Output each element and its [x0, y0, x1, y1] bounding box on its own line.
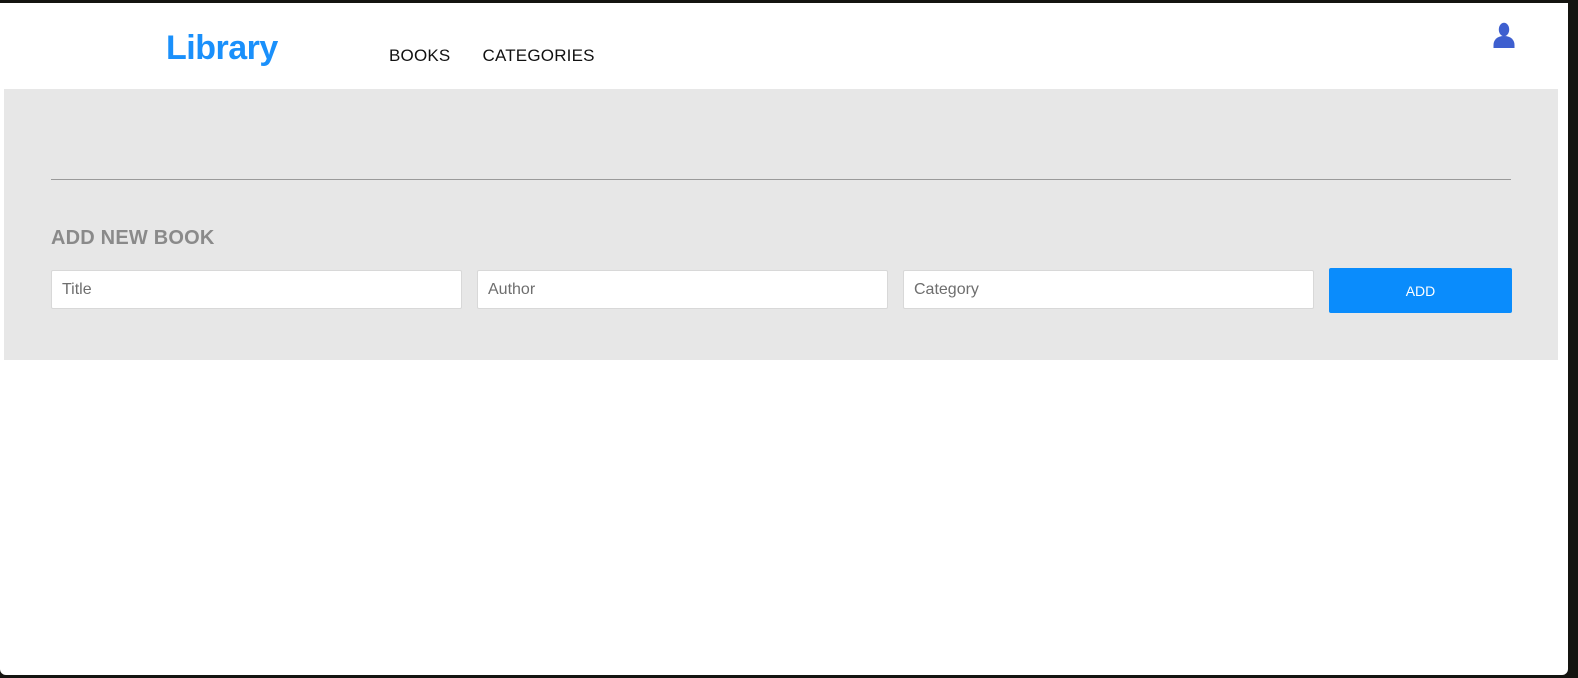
section-title: ADD NEW BOOK — [51, 227, 215, 249]
title-input[interactable] — [51, 270, 462, 309]
nav-item-books[interactable]: BOOKS — [389, 46, 450, 66]
add-book-panel: ADD NEW BOOK ADD — [4, 89, 1558, 360]
category-input[interactable] — [903, 270, 1314, 309]
user-icon[interactable] — [1492, 22, 1516, 50]
top-navbar: Library BOOKS CATEGORIES — [0, 3, 1568, 89]
nav-item-categories[interactable]: CATEGORIES — [482, 46, 594, 66]
author-input[interactable] — [477, 270, 888, 309]
app-logo[interactable]: Library — [166, 29, 278, 68]
add-button[interactable]: ADD — [1329, 268, 1512, 313]
main-nav: BOOKS CATEGORIES — [389, 46, 627, 66]
browser-viewport: Library BOOKS CATEGORIES ADD NEW BOOK AD… — [0, 3, 1568, 675]
divider — [51, 179, 1511, 180]
